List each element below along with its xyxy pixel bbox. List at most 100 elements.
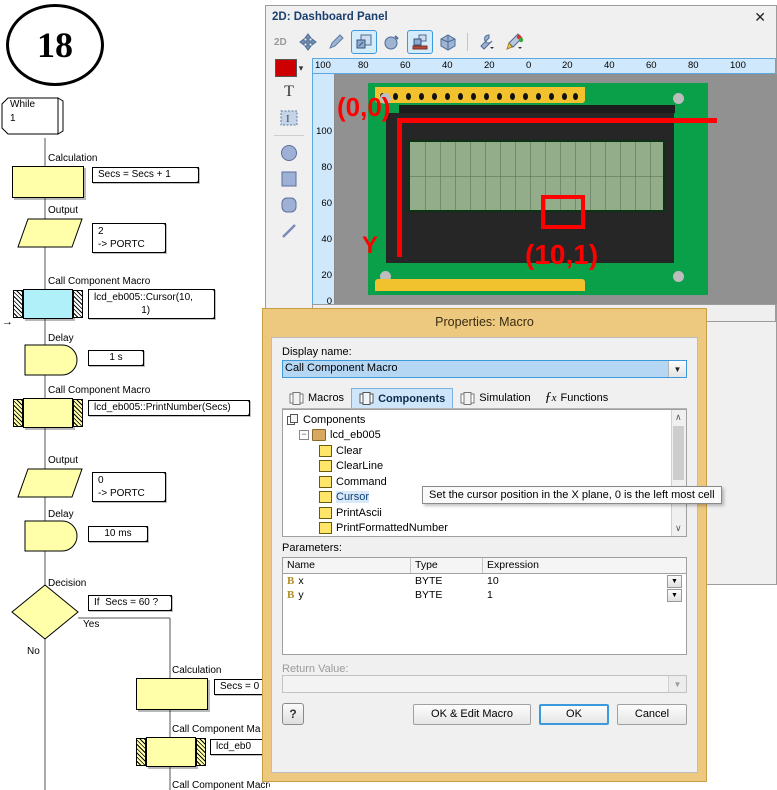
tree-collapse-toggle[interactable]: −: [299, 430, 309, 441]
chevron-down-icon[interactable]: ∨: [675, 523, 682, 534]
tab-simulation[interactable]: Simulation: [453, 388, 537, 408]
dashboard-titlebar: 2D: Dashboard Panel ✕: [266, 6, 776, 28]
lcd-glass: [410, 142, 663, 210]
node-title-while: While: [10, 99, 36, 110]
macro-hatch-right: [73, 290, 83, 318]
tree-group-lcd[interactable]: − lcd_eb005: [283, 428, 686, 444]
display-name-combobox[interactable]: Call Component Macro ▼: [282, 360, 687, 378]
chevron-up-icon[interactable]: ∧: [675, 412, 682, 423]
wrench-icon[interactable]: [474, 30, 500, 54]
chevron-down-icon: ▼: [668, 676, 686, 692]
slide-number-badge: 18: [6, 4, 104, 86]
paintbrush-icon[interactable]: [502, 30, 528, 54]
dashboard-toolbar[interactable]: 2D: [266, 28, 776, 56]
parameters-table[interactable]: Name Type Expression B x BYTE 10 ▼ B y B…: [282, 486, 722, 655]
chevron-down-icon[interactable]: ▾: [299, 63, 304, 74]
dialog-tabs[interactable]: Macros Components Simulation ƒx Function…: [282, 386, 687, 409]
callout-decision: If Secs = 60 ?: [88, 595, 172, 611]
dialog-button-row[interactable]: ? OK & Edit Macro OK Cancel: [282, 703, 687, 725]
byte-type-icon: B: [287, 575, 295, 587]
rounded-rectangle-icon[interactable]: [276, 194, 302, 216]
param-type: BYTE: [415, 589, 443, 601]
table-row[interactable]: B y BYTE 1 ▼: [283, 588, 686, 602]
chevron-down-icon[interactable]: ▼: [668, 361, 686, 377]
close-icon[interactable]: ✕: [750, 10, 770, 24]
tab-macros[interactable]: Macros: [282, 388, 351, 408]
lcd-bezel-top: [399, 105, 675, 113]
toolbar-separator: [466, 33, 468, 51]
move-icon[interactable]: [295, 30, 321, 54]
svg-text:→: →: [2, 316, 13, 328]
node-macro-printnumber[interactable]: [13, 398, 83, 428]
macro-hatch-left: [136, 738, 146, 766]
parameters-empty-area: [283, 602, 686, 654]
parameters-header-row: Name Type Expression: [283, 558, 686, 574]
annotation-y-axis-line: [397, 118, 402, 257]
tab-functions[interactable]: ƒx Functions: [538, 388, 616, 408]
cube-icon[interactable]: [435, 30, 461, 54]
tab-components[interactable]: Components: [351, 388, 454, 408]
color-swatch[interactable]: [274, 59, 297, 77]
components-tree[interactable]: Components − lcd_eb005 Clear ClearLine C…: [282, 409, 687, 537]
param-type: BYTE: [415, 575, 443, 587]
layers-icon[interactable]: [406, 30, 433, 54]
dialog-title: Properties: Macro: [435, 315, 534, 329]
node-title-calculation-2: Calculation: [172, 665, 222, 676]
macro-hatch-right: [73, 399, 83, 427]
tree-item-printascii[interactable]: PrintAscii: [283, 505, 686, 521]
chevron-down-icon[interactable]: ▼: [667, 588, 682, 602]
node-title-calculation-1: Calculation: [48, 153, 98, 164]
ellipse-icon[interactable]: [276, 142, 302, 164]
param-expression[interactable]: 1: [487, 589, 493, 601]
param-expression[interactable]: 10: [487, 575, 499, 587]
dashboard-left-toolbar[interactable]: ▾ T I: [267, 56, 311, 306]
ok-button[interactable]: OK: [539, 703, 609, 725]
scrollbar-thumb[interactable]: [673, 426, 684, 480]
dashboard-canvas[interactable]: (0,0) Y (10,1): [334, 74, 777, 304]
screw-hole: [673, 271, 684, 282]
h-tick: 80: [688, 60, 699, 71]
rotate-icon[interactable]: [379, 30, 405, 54]
v-tick: 0: [326, 296, 332, 304]
tree-item-clearline[interactable]: ClearLine: [283, 459, 686, 475]
help-icon[interactable]: ?: [282, 703, 304, 725]
callout-output-2: 0 -> PORTC: [92, 472, 166, 502]
callout-delay-1: 1 s: [88, 350, 144, 366]
node-calculation-2[interactable]: [136, 678, 208, 710]
line-icon[interactable]: [276, 220, 302, 242]
node-title-delay-1: Delay: [48, 333, 74, 344]
h-tick: 60: [646, 60, 657, 71]
resize-icon[interactable]: [350, 30, 377, 54]
parameters-label: Parameters:: [282, 542, 342, 554]
chevron-down-icon[interactable]: ▼: [667, 574, 682, 588]
tree-item-clear[interactable]: Clear: [283, 443, 686, 459]
tab-label: Macros: [308, 392, 345, 404]
display-name-input[interactable]: Call Component Macro: [283, 361, 668, 377]
node-macro-branch[interactable]: [136, 737, 206, 767]
v-tick: 80: [321, 162, 332, 173]
macro-item-icon: [319, 491, 332, 504]
rectangle-icon[interactable]: [276, 168, 302, 190]
table-row[interactable]: B x BYTE 10 ▼: [283, 574, 686, 588]
node-calculation-1[interactable]: [12, 166, 84, 198]
properties-macro-dialog[interactable]: Properties: Macro Display name: Call Com…: [262, 308, 722, 782]
tree-root[interactable]: Components: [283, 412, 686, 428]
tree-item-printnumber[interactable]: PrintNumber: [283, 536, 686, 537]
tab-label: Simulation: [479, 392, 531, 404]
parameter-tooltip: Set the cursor position in the X plane, …: [422, 486, 722, 504]
tree-item-printformattednumber[interactable]: PrintFormattedNumber: [283, 521, 686, 537]
ok-edit-macro-button[interactable]: OK & Edit Macro: [413, 703, 531, 725]
macro-block-icon: [289, 391, 304, 405]
tree-item-label: PrintAscii: [336, 506, 382, 519]
h-tick: 100: [315, 60, 331, 71]
flowchart-canvas[interactable]: → 18 While 1 Calculation Secs = Secs + 1…: [0, 0, 270, 790]
tree-item-label: Cursor: [336, 491, 370, 504]
color-picker[interactable]: ▾: [274, 59, 304, 77]
cancel-button[interactable]: Cancel: [617, 703, 687, 725]
node-macro-cursor[interactable]: [13, 289, 83, 319]
textbox-icon[interactable]: I: [276, 107, 302, 129]
lcd-pin-header: [375, 87, 585, 103]
text-T-icon[interactable]: T: [276, 81, 302, 103]
tree-scrollbar[interactable]: ∧ ∨: [671, 410, 686, 536]
pencil-icon[interactable]: [323, 30, 349, 54]
